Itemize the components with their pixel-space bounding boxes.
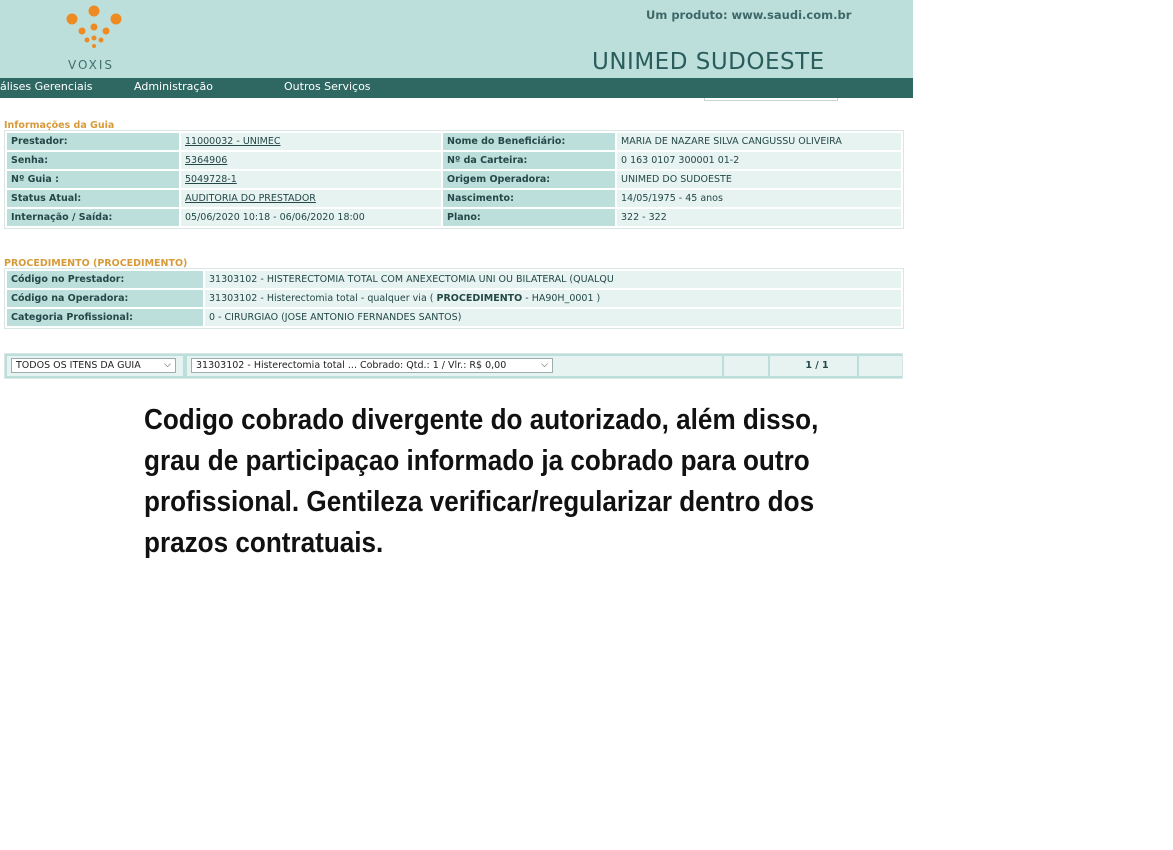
prestador-label: Prestador: xyxy=(7,133,179,150)
annotation-note: Codigo cobrado divergente do autorizado,… xyxy=(144,404,819,559)
table-row: Senha: 5364906 Nº da Carteira: 0 163 010… xyxy=(7,152,901,169)
table-row: Internação / Saída: 05/06/2020 10:18 - 0… xyxy=(7,209,901,226)
status-atual-label: Status Atual: xyxy=(7,190,179,207)
logo-text: VOXIS xyxy=(68,58,115,72)
item-navigation-bar: TODOS OS ITENS DA GUIA ⌵ 31303102 - Hist… xyxy=(4,353,903,379)
menu-item-outros-servicos[interactable]: Outros Serviços xyxy=(284,80,371,93)
table-row: Categoria Profissional: 0 - CIRURGIAO (J… xyxy=(7,309,901,326)
plano-label: Plano: xyxy=(443,209,615,226)
codigo-operadora-suffix: - HA90H_0001 ) xyxy=(525,293,601,304)
codigo-operadora-value: 31303102 - Histerectomia total - qualque… xyxy=(205,290,901,307)
chevron-down-icon: ⌵ xyxy=(541,360,548,370)
procedure-item-value: 31303102 - Histerectomia total ... Cobra… xyxy=(196,360,507,371)
numero-guia-label: Nº Guia : xyxy=(7,171,179,188)
codigo-operadora-prefix: 31303102 - Histerectomia total - qualque… xyxy=(209,293,434,304)
plano-value: 322 - 322 xyxy=(617,209,901,226)
internacao-saida-label: Internação / Saída: xyxy=(7,209,179,226)
guide-items-filter-value: TODOS OS ITENS DA GUIA xyxy=(16,360,141,371)
prestador-link[interactable]: 11000032 - UNIMEC xyxy=(185,136,281,147)
carteira-value: 0 163 0107 300001 01-2 xyxy=(617,152,901,169)
table-row: Código na Operadora: 31303102 - Histerec… xyxy=(7,290,901,307)
table-row: Nº Guia : 5049728-1 Origem Operadora: UN… xyxy=(7,171,901,188)
status-atual-link[interactable]: AUDITORIA DO PRESTADOR xyxy=(185,193,316,204)
beneficiario-label: Nome do Beneficiário: xyxy=(443,133,615,150)
menu-item-analises-gerenciais[interactable]: álises Gerenciais xyxy=(0,80,93,93)
codigo-operadora-type: PROCEDIMENTO xyxy=(436,293,523,304)
table-row: Status Atual: AUDITORIA DO PRESTADOR Nas… xyxy=(7,190,901,207)
origem-operadora-value: UNIMED DO SUDOESTE xyxy=(617,171,901,188)
guide-items-filter-select[interactable]: TODOS OS ITENS DA GUIA ⌵ xyxy=(11,358,176,373)
senha-label: Senha: xyxy=(7,152,179,169)
numero-guia-link[interactable]: 5049728-1 xyxy=(185,174,237,185)
menu-dropdown-edge xyxy=(704,98,838,101)
menu-item-administracao[interactable]: Administração xyxy=(134,80,213,93)
table-row: Prestador: 11000032 - UNIMEC Nome do Ben… xyxy=(7,133,901,150)
codigo-prestador-value: 31303102 - HISTERECTOMIA TOTAL COM ANEXE… xyxy=(205,271,901,288)
chevron-down-icon: ⌵ xyxy=(164,360,171,370)
procedimento-table: Código no Prestador: 31303102 - HISTEREC… xyxy=(4,268,904,329)
categoria-profissional-label: Categoria Profissional: xyxy=(7,309,203,326)
main-menu-bar: álises Gerenciais Administração Outros S… xyxy=(0,78,913,98)
table-row: Código no Prestador: 31303102 - HISTEREC… xyxy=(7,271,901,288)
page-indicator: 1 / 1 xyxy=(805,360,829,371)
beneficiario-value: MARIA DE NAZARE SILVA CANGUSSU OLIVEIRA xyxy=(617,133,901,150)
nascimento-value: 14/05/1975 - 45 anos xyxy=(617,190,901,207)
carteira-label: Nº da Carteira: xyxy=(443,152,615,169)
brand-title: UNIMED SUDOESTE xyxy=(592,49,825,75)
product-url-text: Um produto: www.saudi.com.br xyxy=(646,8,852,22)
guia-info-table: Prestador: 11000032 - UNIMEC Nome do Ben… xyxy=(4,130,904,229)
app-header: VOXIS Um produto: www.saudi.com.br UNIME… xyxy=(0,0,913,78)
codigo-operadora-label: Código na Operadora: xyxy=(7,290,203,307)
internacao-saida-value: 05/06/2020 10:18 - 06/06/2020 18:00 xyxy=(181,209,441,226)
nascimento-label: Nascimento: xyxy=(443,190,615,207)
senha-link[interactable]: 5364906 xyxy=(185,155,227,166)
categoria-profissional-value: 0 - CIRURGIAO (JOSE ANTONIO FERNANDES SA… xyxy=(205,309,901,326)
codigo-prestador-label: Código no Prestador: xyxy=(7,271,203,288)
procedure-item-select[interactable]: 31303102 - Histerectomia total ... Cobra… xyxy=(191,358,553,373)
origem-operadora-label: Origem Operadora: xyxy=(443,171,615,188)
